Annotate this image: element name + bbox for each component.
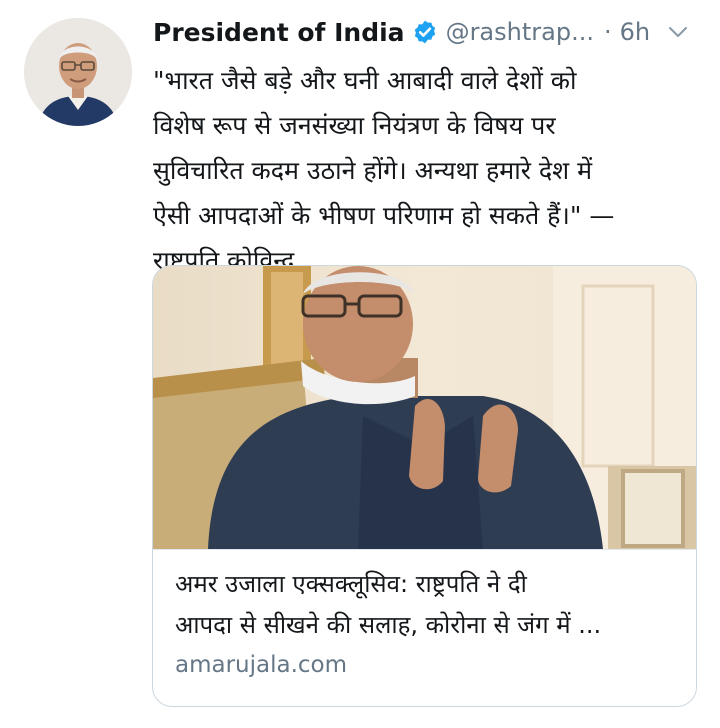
tweet-text-line: विशेष रूप से जनसंख्या नियंत्रण के विषय प… [153, 111, 556, 140]
tweet-timestamp[interactable]: 6h [620, 18, 650, 46]
card-title-line: आपदा से सीखने की सलाह, कोरोना से जंग में… [175, 611, 602, 639]
tweet-header: President of India @rashtrap... · 6h [153, 12, 696, 52]
card-body: अमर उजाला एक्सक्लूसिव: राष्ट्रपति ने दी … [153, 549, 696, 706]
header-separator: · [603, 18, 612, 46]
link-preview-card[interactable]: अमर उजाला एक्सक्लूसिव: राष्ट्रपति ने दी … [152, 265, 697, 707]
card-title[interactable]: अमर उजाला एक्सक्लूसिव: राष्ट्रपति ने दी … [175, 564, 680, 646]
avatar-portrait [24, 18, 132, 126]
card-domain: amarujala.com [175, 652, 348, 678]
verified-badge-icon [414, 20, 435, 44]
author-handle[interactable]: @rashtrap... [446, 18, 594, 46]
chevron-down-icon[interactable] [666, 20, 690, 44]
author-name[interactable]: President of India [153, 18, 405, 47]
tweet-text: "भारत जैसे बड़े और घनी आबादी वाले देशों … [153, 58, 698, 283]
tweet-text-line: सुविचारित कदम उठाने होंगे। अन्यथा हमारे … [153, 156, 593, 185]
card-image [153, 266, 696, 549]
avatar[interactable] [24, 18, 132, 126]
tweet-text-line: ऐसी आपदाओं के भीषण परिणाम हो सकते हैं।" … [153, 201, 615, 230]
tweet-text-line: "भारत जैसे बड़े और घनी आबादी वाले देशों … [153, 66, 577, 95]
card-title-line: अमर उजाला एक्सक्लूसिव: राष्ट्रपति ने दी [175, 570, 527, 598]
